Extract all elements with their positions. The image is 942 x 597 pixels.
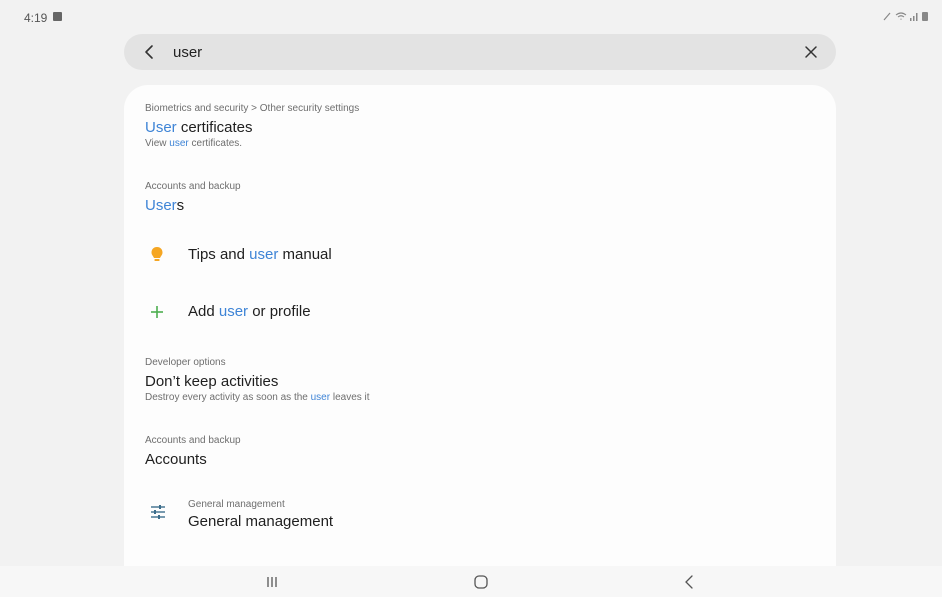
result-title: General management — [188, 513, 334, 530]
status-icons — [882, 11, 930, 24]
home-icon[interactable] — [472, 574, 490, 590]
search-results-card: Biometrics and security > Other security… — [124, 85, 836, 575]
result-title: Users — [145, 197, 185, 214]
result-title: Don’t keep activities — [145, 373, 279, 390]
result-summary: Destroy every activity as soon as the us… — [145, 392, 370, 403]
result-accounts[interactable]: Accounts and backup Accounts — [145, 435, 836, 469]
result-title: Add user or profile — [188, 303, 311, 320]
result-breadcrumb: Accounts and backup — [145, 181, 241, 192]
navigation-bar — [0, 566, 942, 597]
search-input[interactable]: user — [173, 44, 202, 61]
back-icon[interactable] — [681, 574, 699, 590]
back-arrow-icon[interactable] — [142, 44, 158, 60]
result-add-user-or-profile[interactable]: Add user or profile — [145, 297, 836, 327]
sliders-icon — [151, 505, 165, 519]
notification-icon — [53, 12, 62, 21]
result-dont-keep-activities[interactable]: Developer options Don’t keep activities … — [145, 357, 836, 404]
search-bar: user — [124, 34, 836, 70]
result-title: Tips and user manual — [188, 246, 332, 263]
result-title: Accounts — [145, 451, 207, 468]
result-breadcrumb: General management — [188, 499, 285, 510]
plus-icon — [151, 306, 163, 318]
result-title: User certificates — [145, 119, 253, 136]
result-users[interactable]: Accounts and backup Users — [145, 181, 836, 215]
result-tips-and-user-manual[interactable]: Tips and user manual — [145, 240, 836, 270]
wifi-signal-battery-icon — [883, 12, 928, 21]
result-breadcrumb: Biometrics and security > Other security… — [145, 103, 360, 114]
result-user-certificates[interactable]: Biometrics and security > Other security… — [145, 103, 836, 150]
close-icon[interactable] — [804, 45, 818, 59]
result-breadcrumb: Accounts and backup — [145, 435, 241, 446]
recent-apps-icon[interactable] — [263, 574, 281, 590]
result-general-management[interactable]: General management General management — [145, 497, 836, 533]
status-time: 4:19 — [24, 11, 48, 25]
lightbulb-icon — [151, 247, 163, 261]
result-breadcrumb: Developer options — [145, 357, 226, 368]
status-bar: 4:19 — [0, 0, 942, 26]
result-summary: View user certificates. — [145, 138, 243, 149]
